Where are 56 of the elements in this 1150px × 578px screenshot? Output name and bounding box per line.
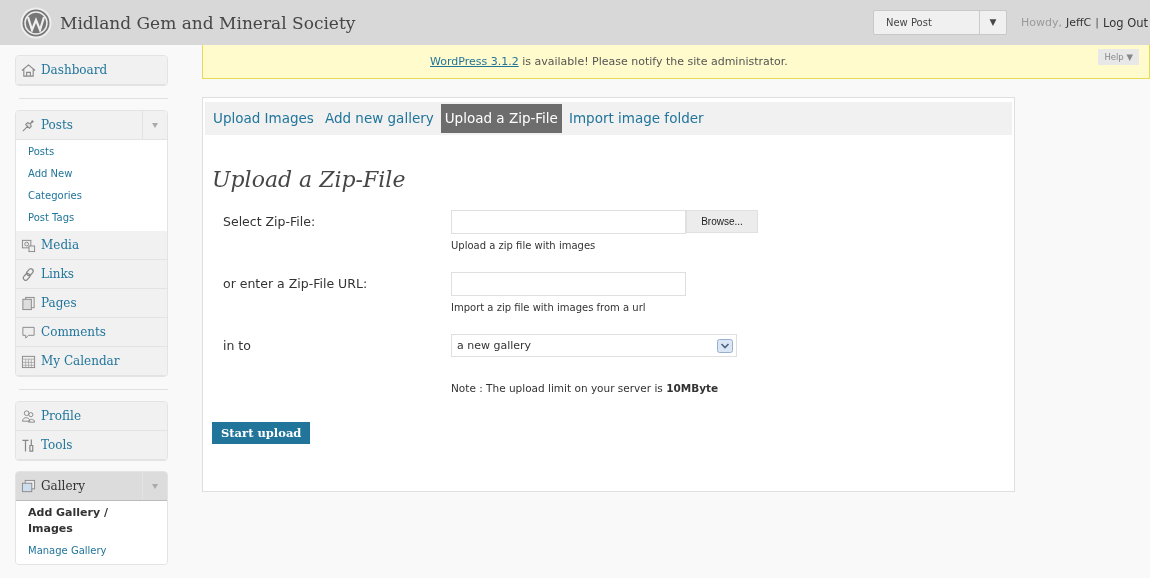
house-icon	[21, 62, 36, 78]
field-label: in to	[223, 337, 252, 355]
chain-link-icon	[21, 266, 36, 282]
caret-icon[interactable]	[151, 482, 159, 490]
separator-text: |	[1095, 16, 1099, 29]
logout-link[interactable]: Log Out	[1102, 15, 1148, 30]
start-upload-button[interactable]: Start upload	[212, 422, 311, 444]
calendar-icon	[21, 353, 36, 369]
file-path-field[interactable]	[451, 210, 686, 234]
field-hint: Import a zip file with images from a url	[451, 302, 647, 313]
favorites-dropdown[interactable]: New Post ▼	[872, 10, 1007, 35]
user-link[interactable]: JeffC	[1065, 16, 1092, 29]
dropdown-toggle[interactable]: ▼	[978, 11, 1006, 34]
speech-bubble-icon	[21, 324, 36, 340]
logo-icon	[20, 6, 52, 39]
tab[interactable]: Import image folder	[564, 104, 708, 133]
menu-item[interactable]: My Calendar	[16, 347, 167, 376]
browse-button[interactable]: Browse...	[686, 210, 758, 233]
caret-icon[interactable]	[151, 121, 159, 129]
menu-item[interactable]: Tools	[16, 431, 167, 460]
field-label: or enter a Zip-File URL:	[223, 275, 369, 293]
pushpin-icon	[21, 117, 36, 133]
pages-icon	[21, 295, 36, 311]
gallery-icon	[21, 478, 36, 494]
menu-item[interactable]: Gallery	[16, 472, 167, 501]
url-field[interactable]	[451, 272, 686, 296]
greeting-text: Howdy,	[1020, 16, 1062, 29]
field-hint: Upload a zip file with images	[451, 240, 597, 251]
page-heading: Upload a Zip-File	[212, 167, 407, 192]
gallery-select[interactable]: a new gallery	[451, 334, 737, 357]
menu-item[interactable]: Pages	[16, 289, 167, 318]
menu-item[interactable]: Dashboard	[16, 56, 167, 85]
submenu-item[interactable]: Post Tags	[16, 207, 167, 229]
site-title[interactable]: Midland Gem and Mineral Society	[60, 12, 356, 33]
help-button[interactable]: Help ▼	[1098, 49, 1139, 65]
tab[interactable]: Add new gallery	[320, 104, 438, 133]
tab[interactable]: Upload a Zip-File	[440, 104, 562, 133]
submenu-item[interactable]: Add New	[16, 163, 167, 185]
update-link[interactable]: WordPress 3.1.2	[430, 55, 519, 68]
menu-item[interactable]: Profile	[16, 402, 167, 431]
tab[interactable]: Upload Images	[209, 104, 318, 133]
submenu-item[interactable]: Posts	[16, 142, 167, 163]
submenu-item[interactable]: Categories	[16, 185, 167, 207]
media-icon	[21, 237, 36, 253]
people-icon	[21, 408, 36, 424]
menu-item[interactable]: Posts	[16, 111, 167, 140]
menu-item[interactable]: Media	[16, 231, 167, 260]
tools-icon	[21, 437, 36, 453]
favorites-label[interactable]: New Post	[873, 11, 979, 34]
upload-limit-note: Note : The upload limit on your server is 10MByte	[451, 382, 719, 394]
menu-item[interactable]: Links	[16, 260, 167, 289]
submenu-item[interactable]: Manage Gallery	[16, 540, 167, 562]
submenu-item[interactable]: Add Gallery / Images	[16, 503, 140, 540]
notice-text: WordPress 3.1.2 is available! Please notify the site administrator.	[430, 55, 788, 68]
menu-item[interactable]: Comments	[16, 318, 167, 347]
field-label: Select Zip-File:	[223, 213, 317, 231]
